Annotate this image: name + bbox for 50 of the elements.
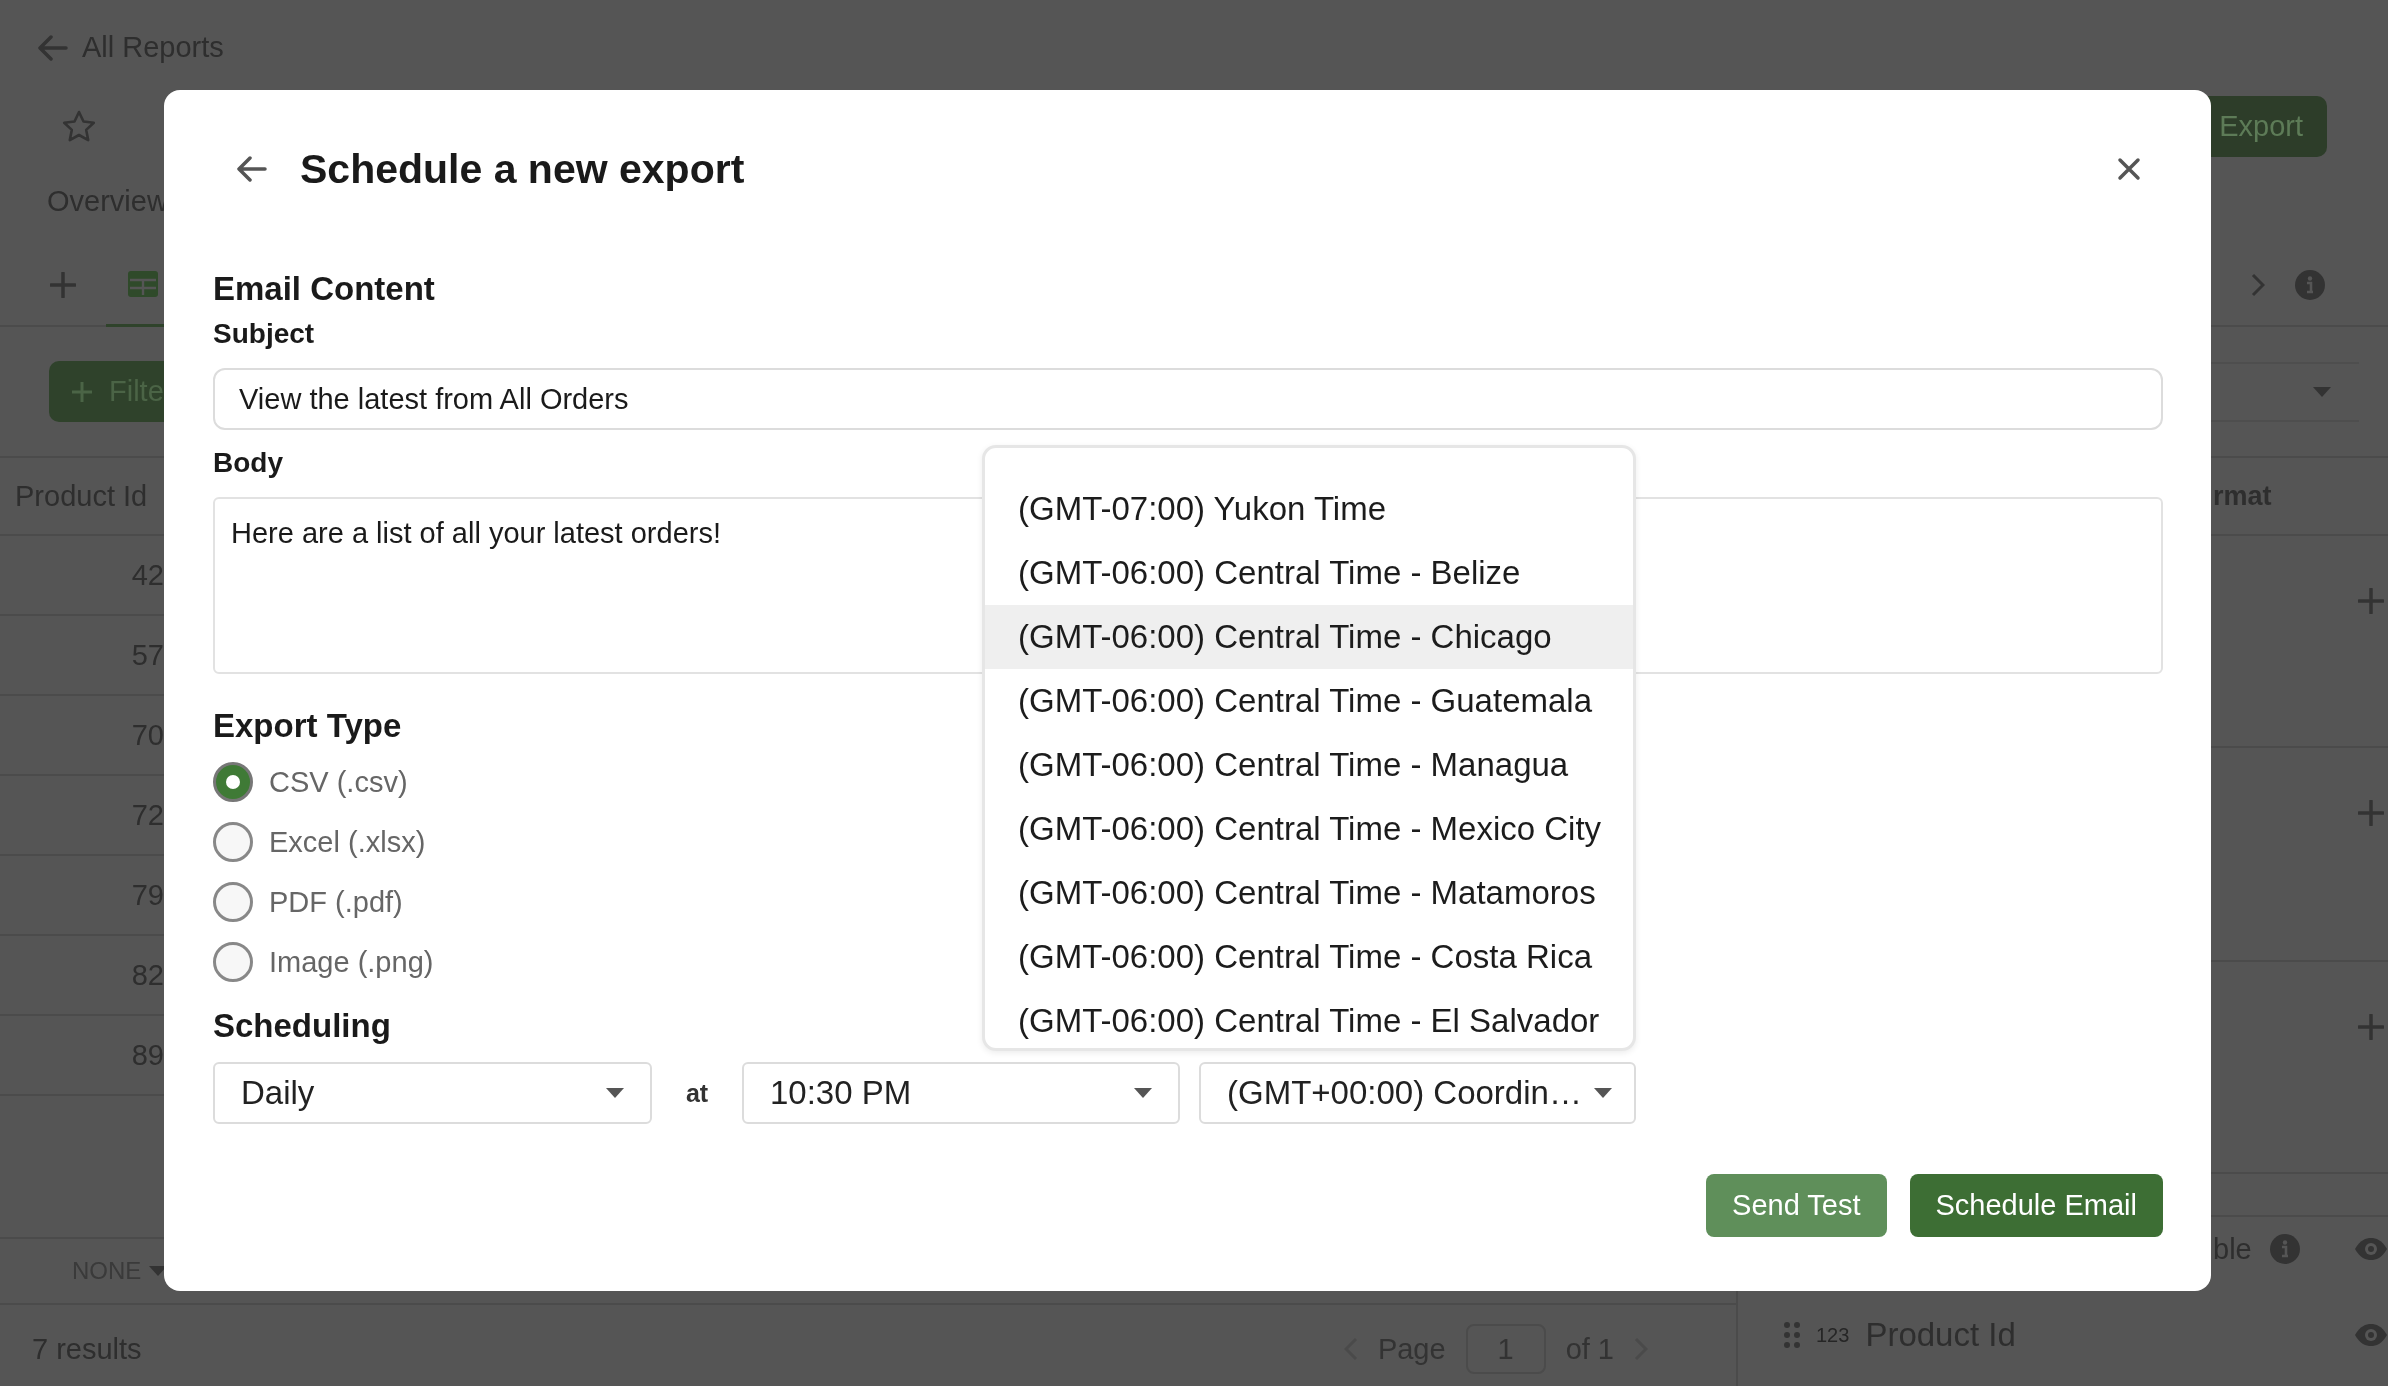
menu-item[interactable]: (GMT-06:00) Central Time - Guatemala xyxy=(985,669,1633,733)
send-test-button[interactable]: Send Test xyxy=(1706,1174,1887,1237)
dialog-title: Schedule a new export xyxy=(300,145,746,193)
menu-item[interactable]: (GMT-06:00) Central Time - El Salvador xyxy=(985,989,1633,1048)
eye-icon[interactable] xyxy=(2353,1323,2388,1347)
time-select[interactable]: 10:30 PM xyxy=(742,1062,1180,1124)
subject-field[interactable]: View the latest from All Orders xyxy=(213,368,2163,430)
plus-icon[interactable] xyxy=(2357,1014,2384,1040)
back-arrow-icon[interactable] xyxy=(38,34,68,61)
section-heading: Export Type xyxy=(213,707,402,745)
menu-item[interactable]: (GMT-06:00) Central Time - Managua xyxy=(985,733,1633,797)
info-icon[interactable] xyxy=(2269,1234,2300,1264)
caret-icon xyxy=(1594,1088,1612,1098)
caret-icon xyxy=(606,1088,624,1098)
field-label: Body xyxy=(213,447,283,479)
drag-handle-icon[interactable] xyxy=(1784,1322,1800,1348)
menu-item[interactable]: (GMT-07:00) Yukon Time xyxy=(985,477,1633,541)
radio-label: PDF (.pdf) xyxy=(269,885,403,919)
caret-icon xyxy=(2313,386,2331,397)
plus-icon[interactable] xyxy=(2357,800,2384,826)
menu-item[interactable]: (GMT-06:00) Central Time - Belize xyxy=(985,541,1633,605)
caret-icon xyxy=(1134,1088,1152,1098)
menu-item[interactable]: (GMT-06:00) Central Time - Mexico City xyxy=(985,797,1633,861)
star-icon[interactable] xyxy=(62,110,96,142)
table-icon xyxy=(128,270,158,297)
menu-item[interactable]: (GMT-06:00) Central Time - Chicago xyxy=(985,605,1633,669)
back-icon[interactable] xyxy=(237,156,267,182)
menu-item[interactable]: (GMT-06:00) Central Time - Matamoros xyxy=(985,861,1633,925)
field-label: Subject xyxy=(213,318,315,350)
radio-label: Excel (.xlsx) xyxy=(269,825,426,859)
at-label: at xyxy=(684,1078,710,1108)
radio-button[interactable] xyxy=(213,882,253,922)
radio-button[interactable] xyxy=(213,762,253,802)
menu-item[interactable]: (GMT-06:00) Central Time - Costa Rica xyxy=(985,925,1633,989)
eye-icon[interactable] xyxy=(2353,1237,2388,1261)
radio-label: CSV (.csv) xyxy=(269,765,408,799)
info-icon[interactable] xyxy=(2295,270,2325,300)
radio-button[interactable] xyxy=(213,822,253,862)
plus-icon[interactable] xyxy=(50,272,76,298)
timezone-select[interactable]: (GMT+00:00) Coordin… xyxy=(1199,1062,1636,1124)
section-heading: Scheduling xyxy=(213,1007,391,1045)
schedule-button[interactable]: Schedule Email xyxy=(1909,1174,2163,1237)
close-icon[interactable] xyxy=(2117,157,2141,181)
frequency-select[interactable]: Daily xyxy=(213,1062,652,1124)
plus-icon xyxy=(71,380,93,403)
plus-icon[interactable] xyxy=(2357,588,2384,614)
chevron-right-icon[interactable] xyxy=(2251,273,2265,297)
section-heading: Email Content xyxy=(213,270,435,308)
radio-label: Image (.png) xyxy=(269,945,434,979)
radio-button[interactable] xyxy=(213,942,253,982)
